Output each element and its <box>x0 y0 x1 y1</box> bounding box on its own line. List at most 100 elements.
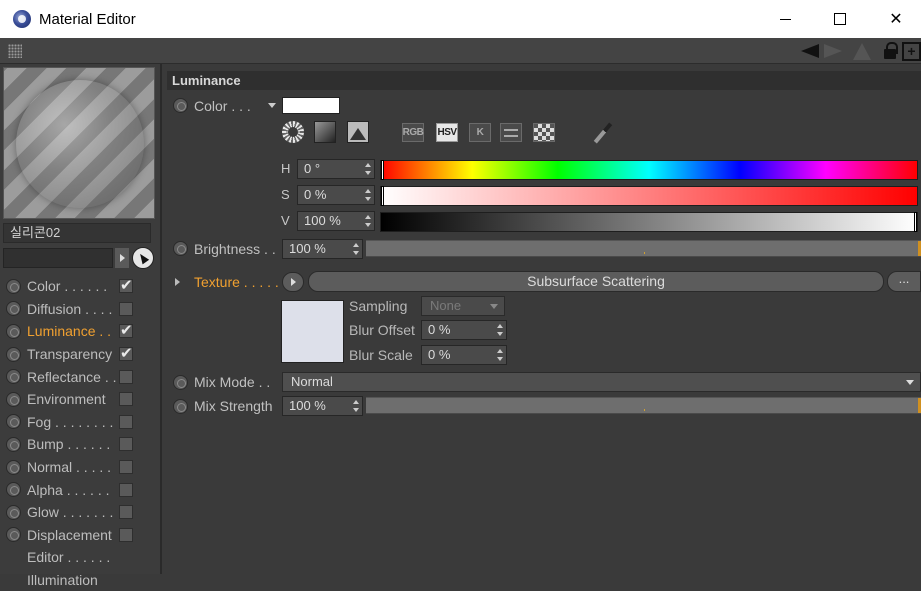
rgb-mode-button[interactable]: RGB <box>402 123 424 142</box>
forward-arrow-icon[interactable] <box>823 41 843 61</box>
grip-handle-icon[interactable] <box>8 44 22 58</box>
channel-checkbox[interactable] <box>119 344 133 362</box>
color-wheel-icon[interactable] <box>282 121 304 143</box>
channel-item[interactable]: Displacement <box>0 524 160 547</box>
channel-item[interactable]: Normal . . . . . <box>0 456 160 479</box>
channel-radio-icon[interactable] <box>6 301 21 317</box>
blur-offset-field[interactable]: 0 % <box>421 320 507 340</box>
channel-checkbox[interactable] <box>119 321 133 339</box>
channel-item[interactable]: Reflectance . . <box>0 365 160 388</box>
channel-radio-icon[interactable] <box>6 436 21 452</box>
back-arrow-icon[interactable] <box>800 41 820 61</box>
material-preview[interactable] <box>3 67 155 219</box>
value-slider[interactable] <box>380 212 918 232</box>
channel-radio-icon[interactable] <box>6 504 21 520</box>
texture-expand-icon[interactable] <box>175 278 180 286</box>
channel-radio-icon[interactable] <box>6 278 21 294</box>
channel-checkbox[interactable] <box>119 482 133 497</box>
channel-radio-icon[interactable] <box>6 414 21 430</box>
brightness-spinner-icon[interactable] <box>353 242 359 256</box>
brightness-slider[interactable] <box>366 240 921 257</box>
texture-preview[interactable] <box>281 300 344 363</box>
saturation-slider[interactable] <box>380 186 918 206</box>
value-field[interactable]: 100 % <box>297 211 375 231</box>
hue-spinner-icon[interactable] <box>365 162 371 176</box>
sampling-dropdown[interactable]: None <box>421 296 505 316</box>
channel-item[interactable]: Bump . . . . . . <box>0 433 160 456</box>
hue-field[interactable]: 0 ° <box>297 159 375 179</box>
minimize-button[interactable] <box>762 0 808 38</box>
material-name-field[interactable]: 실리콘02 <box>3 223 151 243</box>
channel-radio-icon[interactable] <box>6 459 21 475</box>
channel-radio-icon[interactable] <box>6 527 21 543</box>
channel-checkbox[interactable] <box>119 505 133 520</box>
maximize-button[interactable] <box>817 0 863 38</box>
channel-checkbox[interactable] <box>119 437 133 452</box>
spectrum-icon[interactable] <box>314 121 336 143</box>
channel-item[interactable]: Glow . . . . . . . <box>0 501 160 524</box>
channel-item[interactable]: Editor . . . . . . <box>0 546 160 569</box>
channel-checkbox[interactable] <box>119 414 133 429</box>
blur-scale-label: Blur Scale <box>349 347 413 363</box>
up-arrow-icon[interactable] <box>851 41 873 61</box>
channel-checkbox[interactable] <box>119 369 133 384</box>
channel-checkbox[interactable] <box>119 527 133 542</box>
channel-radio-icon[interactable] <box>6 323 21 339</box>
channel-search-input[interactable] <box>3 248 113 268</box>
hue-value: 0 ° <box>304 161 321 176</box>
channel-radio-icon[interactable] <box>6 482 21 498</box>
channel-checkbox[interactable] <box>119 460 133 475</box>
search-arrow-button[interactable] <box>115 248 129 268</box>
texture-menu-button[interactable] <box>282 272 304 292</box>
channel-item[interactable]: Fog . . . . . . . . <box>0 411 160 434</box>
mix-strength-field[interactable]: 100 % <box>282 396 363 416</box>
channel-item[interactable]: Color . . . . . . <box>0 275 160 298</box>
blur-offset-spinner-icon[interactable] <box>497 323 503 337</box>
channel-item[interactable]: Environment <box>0 388 160 411</box>
saturation-field[interactable]: 0 % <box>297 185 375 205</box>
color-animate-radio[interactable] <box>173 98 188 113</box>
mix-mode-animate-radio[interactable] <box>173 375 188 390</box>
eyedropper-icon[interactable] <box>591 121 615 145</box>
mix-strength-spinner-icon[interactable] <box>353 399 359 413</box>
channel-item[interactable]: Illumination <box>0 569 160 591</box>
channel-checkbox[interactable] <box>119 392 133 407</box>
lock-icon[interactable] <box>880 41 900 61</box>
channel-checkbox[interactable] <box>119 301 133 316</box>
channel-item[interactable]: Luminance . . <box>0 320 160 343</box>
texture-more-button[interactable]: ... <box>887 271 921 292</box>
kelvin-mode-button[interactable]: K <box>469 123 491 142</box>
hue-marker[interactable] <box>381 160 384 180</box>
channel-label: Environment <box>27 391 106 408</box>
saturation-spinner-icon[interactable] <box>365 188 371 202</box>
hue-slider[interactable] <box>380 160 918 180</box>
hsv-mode-button[interactable]: HSV <box>436 123 458 142</box>
mix-strength-animate-radio[interactable] <box>173 399 188 414</box>
brightness-animate-radio[interactable] <box>173 241 188 256</box>
channel-item[interactable]: Transparency <box>0 343 160 366</box>
texture-label: Texture . . . . . <box>194 274 279 290</box>
new-window-icon[interactable] <box>902 41 921 61</box>
color-expand-icon[interactable] <box>268 103 276 108</box>
image-picker-icon[interactable] <box>347 121 369 143</box>
value-marker[interactable] <box>914 212 917 232</box>
mixer-icon[interactable] <box>500 123 522 142</box>
swatches-icon[interactable] <box>533 123 555 142</box>
color-swatch[interactable] <box>282 97 340 114</box>
brightness-field[interactable]: 100 % <box>282 239 363 259</box>
channel-radio-icon[interactable] <box>6 369 21 385</box>
blur-scale-spinner-icon[interactable] <box>497 348 503 362</box>
channel-radio-icon[interactable] <box>6 346 21 362</box>
channel-item[interactable]: Alpha . . . . . . <box>0 478 160 501</box>
mix-mode-dropdown[interactable]: Normal <box>282 372 921 392</box>
mix-strength-slider[interactable] <box>366 397 921 414</box>
texture-shader-button[interactable]: Subsurface Scattering <box>308 271 884 292</box>
value-spinner-icon[interactable] <box>365 214 371 228</box>
pointer-tool-icon[interactable] <box>132 247 154 269</box>
saturation-marker[interactable] <box>381 186 384 206</box>
channel-item[interactable]: Diffusion . . . . <box>0 298 160 321</box>
close-button[interactable]: ✕ <box>873 0 919 38</box>
channel-checkbox[interactable] <box>119 276 133 294</box>
blur-scale-field[interactable]: 0 % <box>421 345 507 365</box>
channel-radio-icon[interactable] <box>6 391 21 407</box>
